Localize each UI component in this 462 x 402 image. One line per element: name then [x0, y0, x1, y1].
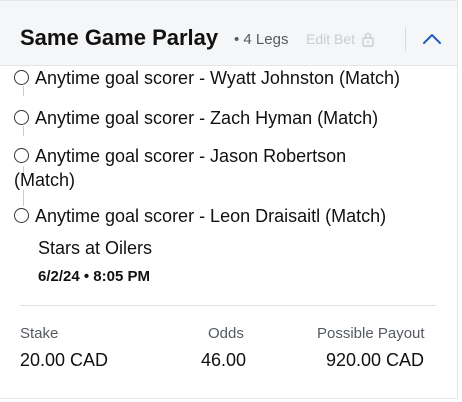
payout-label: Possible Payout [317, 325, 425, 342]
chevron-up-icon [423, 34, 441, 44]
leg-text: Anytime goal scorer - Wyatt Johnston (Ma… [35, 68, 400, 88]
card-border [457, 66, 458, 398]
leg-item: Anytime goal scorer - Leon Draisaitl (Ma… [14, 204, 444, 228]
edit-bet-button[interactable]: Edit Bet [306, 31, 375, 47]
parlay-title: Same Game Parlay [20, 25, 219, 50]
leg-text: Anytime goal scorer - Leon Draisaitl (Ma… [35, 206, 387, 226]
edit-bet-label: Edit Bet [306, 31, 356, 47]
odds-value: 46.00 [201, 350, 247, 370]
stake-label: Stake [20, 325, 59, 342]
card-border [0, 398, 458, 399]
leg-status-circle-icon [14, 208, 29, 223]
leg-status-circle-icon [14, 110, 29, 125]
leg-item: Anytime goal scorer - Wyatt Johnston (Ma… [14, 66, 444, 90]
leg-item: Anytime goal scorer - Zach Hyman (Match) [14, 106, 444, 130]
collapse-button[interactable] [420, 29, 444, 49]
leg-text-continued: (Match) [14, 170, 76, 190]
leg-status-circle-icon [14, 70, 29, 85]
legs-count: • 4 Legs [234, 31, 289, 48]
game-datetime: 6/2/24 • 8:05 PM [38, 268, 150, 285]
stake-value: 20.00 CAD [20, 350, 109, 370]
same-game-parlay-card: Same Game Parlay • 4 Legs Edit Bet Anyti… [0, 0, 462, 402]
header-divider [405, 27, 406, 51]
game-matchup: Stars at Oilers [38, 238, 153, 258]
leg-status-circle-icon [14, 148, 29, 163]
parlay-header[interactable]: Same Game Parlay • 4 Legs Edit Bet [0, 0, 458, 66]
leg-text: Anytime goal scorer - Jason Robertson [35, 146, 347, 166]
leg-item: Anytime goal scorer - Jason Robertson (M… [14, 144, 444, 192]
leg-text: Anytime goal scorer - Zach Hyman (Match) [35, 108, 379, 128]
payout-value: 920.00 CAD [326, 350, 425, 370]
summary-divider [20, 305, 436, 306]
lock-icon [362, 32, 374, 47]
odds-label: Odds [208, 325, 244, 342]
